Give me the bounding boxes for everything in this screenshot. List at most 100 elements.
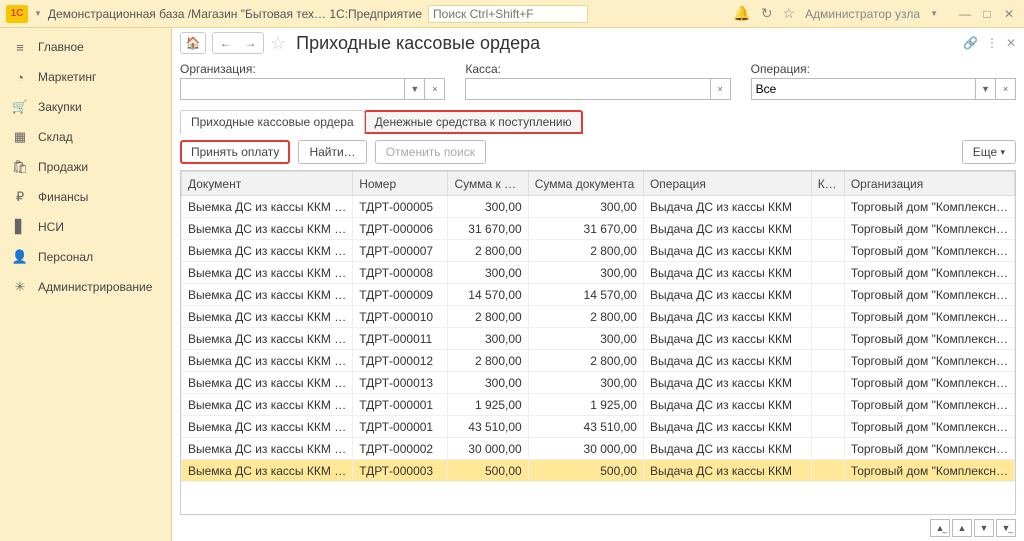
kebab-icon[interactable]: ⋮ — [986, 36, 998, 50]
history-icon[interactable]: ↻ — [761, 5, 773, 22]
search-input[interactable] — [428, 5, 588, 23]
cell: 30 000,00 — [528, 438, 643, 460]
data-table[interactable]: ДокументНомерСумма к …Сумма документаОпе… — [180, 170, 1016, 515]
sidebar-icon: 🛒 — [12, 99, 28, 115]
sidebar-item-4[interactable]: 🛍 Продажи — [0, 152, 171, 182]
table-row[interactable]: Выемка ДС из кассы ККМ …ТДРТ-00000914 57… — [182, 284, 1015, 306]
sidebar-item-8[interactable]: ✳Администрирование — [0, 272, 171, 302]
cell: ТДРТ-000002 — [353, 438, 448, 460]
sidebar-item-label: Главное — [38, 40, 84, 54]
table-row[interactable]: Выемка ДС из кассы ККМ …ТДРТ-0000122 800… — [182, 350, 1015, 372]
table-row[interactable]: Выемка ДС из кассы ККМ …ТДРТ-0000072 800… — [182, 240, 1015, 262]
filter-org-input[interactable] — [180, 78, 405, 100]
cell: 300,00 — [528, 328, 643, 350]
cell: Торговый дом "Комплексн… — [844, 438, 1014, 460]
cancel-search-button[interactable]: Отменить поиск — [375, 140, 486, 164]
sidebar-item-0[interactable]: ≡ Главное — [0, 32, 171, 62]
cell: 300,00 — [448, 372, 528, 394]
column-header[interactable]: Сумма документа — [528, 172, 643, 196]
table-row[interactable]: Выемка ДС из кассы ККМ …ТДРТ-000013300,0… — [182, 372, 1015, 394]
cell: 300,00 — [528, 262, 643, 284]
table-row[interactable]: Выемка ДС из кассы ККМ …ТДРТ-00000143 51… — [182, 416, 1015, 438]
sidebar-item-3[interactable]: ▦Склад — [0, 122, 171, 152]
table-row[interactable]: Выемка ДС из кассы ККМ …ТДРТ-0000102 800… — [182, 306, 1015, 328]
column-header[interactable]: Сумма к … — [448, 172, 528, 196]
cell: ТДРТ-000001 — [353, 394, 448, 416]
tab-funds-incoming[interactable]: Денежные средства к поступлению — [364, 110, 583, 134]
cell: ТДРТ-000012 — [353, 350, 448, 372]
user-label[interactable]: Администратор узла — [805, 7, 920, 21]
sidebar-icon: 🛍 — [12, 159, 28, 175]
table-row[interactable]: Выемка ДС из кассы ККМ …ТДРТ-000003500,0… — [182, 460, 1015, 482]
cell: Выемка ДС из кассы ККМ … — [182, 284, 353, 306]
cell: Торговый дом "Комплексн… — [844, 284, 1014, 306]
sidebar-item-label: Склад — [38, 130, 73, 144]
filter-oper-dropdown[interactable]: ▼ — [976, 78, 996, 100]
table-row[interactable]: Выемка ДС из кассы ККМ …ТДРТ-000011300,0… — [182, 328, 1015, 350]
pager-last[interactable]: ▼̲ — [996, 519, 1016, 537]
sidebar-item-label: Продажи — [38, 160, 88, 174]
minimize-button[interactable]: — — [956, 6, 974, 22]
link-icon[interactable]: 🔗 — [963, 36, 978, 50]
table-row[interactable]: Выемка ДС из кассы ККМ …ТДРТ-0000011 925… — [182, 394, 1015, 416]
cell: 300,00 — [448, 262, 528, 284]
cell: 14 570,00 — [528, 284, 643, 306]
find-button[interactable]: Найти… — [298, 140, 366, 164]
cell: 2 800,00 — [448, 240, 528, 262]
maximize-button[interactable]: □ — [978, 6, 996, 22]
sidebar-icon: ≡ — [12, 40, 28, 55]
sidebar: ≡ Главное ◔Маркетинг 🛒 Закупки ▦Склад 🛍 Продажи… — [0, 28, 172, 541]
filter-org-clear[interactable]: × — [425, 78, 445, 100]
filter-org-dropdown[interactable]: ▼ — [405, 78, 425, 100]
table-row[interactable]: Выемка ДС из кассы ККМ …ТДРТ-00000230 00… — [182, 438, 1015, 460]
bell-icon[interactable]: 🔔 — [733, 5, 750, 22]
app-logo: 1C — [6, 5, 28, 23]
sidebar-item-6[interactable]: ▋НСИ — [0, 212, 171, 242]
cell: 30 000,00 — [448, 438, 528, 460]
nav-history-buttons[interactable]: ←→ — [212, 32, 264, 54]
filter-kassa-clear[interactable]: × — [711, 78, 731, 100]
filter-kassa-input[interactable] — [465, 78, 710, 100]
tab-orders[interactable]: Приходные кассовые ордера — [180, 110, 365, 134]
table-row[interactable]: Выемка ДС из кассы ККМ …ТДРТ-000005300,0… — [182, 196, 1015, 218]
titlebar: 1C ▼ Демонстрационная база /Магазин "Быт… — [0, 0, 1024, 28]
table-row[interactable]: Выемка ДС из кассы ККМ …ТДРТ-000008300,0… — [182, 262, 1015, 284]
nav-back-icon[interactable]: ← — [213, 36, 238, 50]
more-button[interactable]: Еще ▾ — [962, 140, 1016, 164]
pager-up[interactable]: ▲ — [952, 519, 972, 537]
star-icon[interactable]: ☆ — [783, 5, 796, 22]
sidebar-item-7[interactable]: 👤Персонал — [0, 242, 171, 272]
column-header[interactable]: Номер — [353, 172, 448, 196]
close-panel-icon[interactable]: ✕ — [1006, 36, 1016, 50]
pager-first[interactable]: ▲̲ — [930, 519, 950, 537]
sidebar-item-5[interactable]: ₽Финансы — [0, 182, 171, 212]
cell: 43 510,00 — [448, 416, 528, 438]
column-header[interactable]: Организация — [844, 172, 1014, 196]
cell: 500,00 — [528, 460, 643, 482]
nav-home-button[interactable]: 🏠 — [180, 32, 206, 54]
favorite-icon[interactable]: ☆ — [270, 33, 286, 54]
app-menu-dropdown[interactable]: ▼ — [34, 9, 42, 18]
accept-payment-button[interactable]: Принять оплату — [180, 140, 290, 164]
column-header[interactable]: Операция — [643, 172, 811, 196]
sidebar-icon: 👤 — [12, 249, 28, 265]
cell: Торговый дом "Комплексн… — [844, 196, 1014, 218]
sidebar-item-label: Закупки — [38, 100, 82, 114]
column-header[interactable]: Документ — [182, 172, 353, 196]
cell — [811, 416, 844, 438]
user-menu-dropdown[interactable]: ▼ — [930, 9, 938, 18]
column-header[interactable]: К… — [811, 172, 844, 196]
sidebar-item-2[interactable]: 🛒 Закупки — [0, 92, 171, 122]
filter-oper-input[interactable] — [751, 78, 976, 100]
sidebar-item-1[interactable]: ◔Маркетинг — [0, 62, 171, 92]
pager-down[interactable]: ▼ — [974, 519, 994, 537]
cell: ТДРТ-000007 — [353, 240, 448, 262]
cell: Выемка ДС из кассы ККМ … — [182, 240, 353, 262]
cell: Торговый дом "Комплексн… — [844, 350, 1014, 372]
filter-oper-clear[interactable]: × — [996, 78, 1016, 100]
cell: ТДРТ-000010 — [353, 306, 448, 328]
cell — [811, 394, 844, 416]
table-row[interactable]: Выемка ДС из кассы ККМ …ТДРТ-00000631 67… — [182, 218, 1015, 240]
close-button[interactable]: ✕ — [1000, 6, 1018, 22]
nav-forward-icon[interactable]: → — [238, 36, 263, 50]
